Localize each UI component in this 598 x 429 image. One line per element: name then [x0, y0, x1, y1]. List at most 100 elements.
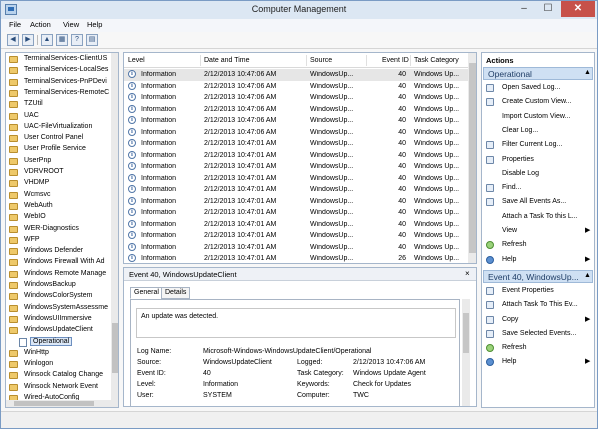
tree-item[interactable]: TerminalServices-ClientUS	[6, 54, 110, 65]
tree-item[interactable]: VDRVROOT	[6, 167, 110, 178]
menu-view[interactable]: View	[63, 20, 79, 29]
event-row[interactable]: i Information 2/12/2013 10:47:01 AM Windows…	[124, 196, 468, 208]
action-item[interactable]: Find...	[484, 182, 592, 194]
tree-item[interactable]: TerminalServices-LocalSes	[6, 65, 110, 76]
action-item[interactable]: Clear Log...	[484, 125, 592, 137]
column-date-time[interactable]: Date and Time	[204, 57, 250, 64]
tree-item[interactable]: WindowsBackup	[6, 280, 110, 291]
tab-details[interactable]: Details	[161, 287, 191, 299]
action-item[interactable]: Help ▶	[484, 254, 592, 266]
event-row[interactable]: i Information 2/12/2013 10:47:06 AM Windows…	[124, 92, 468, 104]
close-icon[interactable]: ×	[465, 269, 470, 278]
event-list-scroll-thumb[interactable]	[469, 63, 476, 253]
action-item[interactable]: Create Custom View...	[484, 96, 592, 108]
action-item[interactable]: Refresh	[484, 239, 592, 251]
tree-item[interactable]: WinHttp	[6, 348, 110, 359]
tree-item[interactable]: TerminalServices-RemoteC	[6, 88, 110, 99]
menu-file[interactable]: File	[9, 20, 21, 29]
forward-icon[interactable]: ▶	[22, 34, 34, 46]
action-item[interactable]: Refresh	[484, 342, 592, 354]
back-icon[interactable]: ◀	[7, 34, 19, 46]
up-folder-icon[interactable]: ▲	[41, 34, 53, 46]
detail-scrollbar[interactable]	[462, 299, 470, 406]
tree-item[interactable]: Windows Firewall With Ad	[6, 257, 110, 268]
tree-item[interactable]: Winsock Catalog Change	[6, 370, 110, 381]
tree-item[interactable]: WebAuth	[6, 201, 110, 212]
action-item[interactable]: Save Selected Events...	[484, 328, 592, 340]
tree-item[interactable]: TerminalServices-PnPDevi	[6, 77, 110, 88]
tree-item[interactable]: WER-Diagnostics	[6, 224, 110, 235]
tree-vertical-scrollbar[interactable]	[111, 53, 118, 407]
action-item[interactable]: Import Custom View...	[484, 111, 592, 123]
event-row[interactable]: i Information 2/12/2013 10:47:06 AM Windows…	[124, 69, 468, 81]
action-item[interactable]: View ▶	[484, 225, 592, 237]
event-row[interactable]: i Information 2/12/2013 10:47:01 AM Windows…	[124, 150, 468, 162]
column-divider[interactable]	[306, 55, 307, 66]
tree-item[interactable]: WindowsSystemAssessme	[6, 303, 110, 314]
tree-item[interactable]: VHDMP	[6, 178, 110, 189]
tree-item[interactable]: UserPnp	[6, 156, 110, 167]
tree-scroll-thumb[interactable]	[112, 323, 118, 373]
tree-item[interactable]: WindowsUpdateClient	[6, 325, 110, 336]
action-item[interactable]: Attach Task To This Ev...	[484, 299, 592, 311]
event-row[interactable]: i Information 2/12/2013 10:47:01 AM Windows…	[124, 230, 468, 242]
action-item[interactable]: Save All Events As...	[484, 196, 592, 208]
tree-item[interactable]: Winlogon	[6, 359, 110, 370]
tree-hscroll-thumb[interactable]	[14, 401, 94, 406]
help-icon[interactable]: ?	[71, 34, 83, 46]
column-task-category[interactable]: Task Category	[414, 57, 459, 64]
tree-item[interactable]: UAC-FileVirtualization	[6, 122, 110, 133]
tree-item[interactable]: WindowsColorSystem	[6, 291, 110, 302]
action-item[interactable]: Event Properties	[484, 285, 592, 297]
minimize-button[interactable]: –	[513, 1, 535, 17]
action-item[interactable]: Copy ▶	[484, 314, 592, 326]
tree-item-selected[interactable]: Operational	[6, 336, 110, 348]
tree-item[interactable]: Windows Defender	[6, 246, 110, 257]
tree-item[interactable]: WFP	[6, 235, 110, 246]
tree-item[interactable]: WindowsUIImmersive	[6, 314, 110, 325]
maximize-button[interactable]: ☐	[537, 1, 559, 17]
action-item[interactable]: Disable Log	[484, 168, 592, 180]
event-row[interactable]: i Information 2/12/2013 10:47:01 AM Windows…	[124, 173, 468, 185]
tree-horizontal-scrollbar[interactable]	[6, 400, 111, 407]
tree-item[interactable]: TZUtil	[6, 99, 110, 110]
show-hide-tree-icon[interactable]: ▦	[56, 34, 68, 46]
tree-item[interactable]: Wcmsvc	[6, 190, 110, 201]
collapse-icon[interactable]: ▲	[584, 272, 591, 279]
show-hide-action-pane-icon[interactable]: ▤	[86, 34, 98, 46]
detail-scroll-thumb[interactable]	[463, 313, 469, 353]
event-description-box[interactable]: An update was detected.	[136, 308, 456, 338]
event-row[interactable]: i Information 2/12/2013 10:47:01 AM Windows…	[124, 207, 468, 219]
collapse-icon[interactable]: ▲	[584, 69, 591, 76]
event-row[interactable]: i Information 2/12/2013 10:47:06 AM Windows…	[124, 115, 468, 127]
event-row[interactable]: i Information 2/12/2013 10:47:06 AM Windows…	[124, 104, 468, 116]
event-row[interactable]: i Information 2/12/2013 10:47:01 AM Windows…	[124, 184, 468, 196]
tree-item[interactable]: Winsock Network Event	[6, 382, 110, 393]
actions-section-operational[interactable]: Operational ▲	[483, 67, 593, 80]
tab-general[interactable]: General	[130, 287, 163, 299]
column-event-id[interactable]: Event ID	[382, 57, 409, 64]
console-tree[interactable]: WLAN-AutoConfigWired-AutoConfigWinsock N…	[5, 52, 119, 408]
action-item[interactable]: Open Saved Log...	[484, 82, 592, 94]
event-row[interactable]: i Information 2/12/2013 10:47:06 AM Windows…	[124, 127, 468, 139]
action-item[interactable]: Help ▶	[484, 356, 592, 368]
action-item[interactable]: Filter Current Log...	[484, 139, 592, 151]
tree-item[interactable]: User Profile Service	[6, 144, 110, 155]
column-divider[interactable]	[366, 55, 367, 66]
column-source[interactable]: Source	[310, 57, 332, 64]
tree-item[interactable]: UAC	[6, 111, 110, 122]
action-item[interactable]: Properties	[484, 154, 592, 166]
column-level[interactable]: Level	[128, 57, 145, 64]
event-row[interactable]: i Information 2/12/2013 10:47:01 AM Windows…	[124, 253, 468, 263]
action-item[interactable]: Attach a Task To this L...	[484, 211, 592, 223]
menu-help[interactable]: Help	[87, 20, 102, 29]
tree-item[interactable]: WebIO	[6, 212, 110, 223]
actions-section-event[interactable]: Event 40, WindowsUp... ▲	[483, 269, 593, 283]
event-row[interactable]: i Information 2/12/2013 10:47:01 AM Windows…	[124, 138, 468, 150]
event-row[interactable]: i Information 2/12/2013 10:47:01 AM Windows…	[124, 219, 468, 231]
close-button[interactable]: ✕	[561, 1, 595, 17]
event-row[interactable]: i Information 2/12/2013 10:47:01 AM Windows…	[124, 161, 468, 173]
event-list-scrollbar[interactable]	[468, 53, 476, 263]
event-row[interactable]: i Information 2/12/2013 10:47:01 AM Windows…	[124, 242, 468, 254]
menu-action[interactable]: Action	[30, 20, 51, 29]
